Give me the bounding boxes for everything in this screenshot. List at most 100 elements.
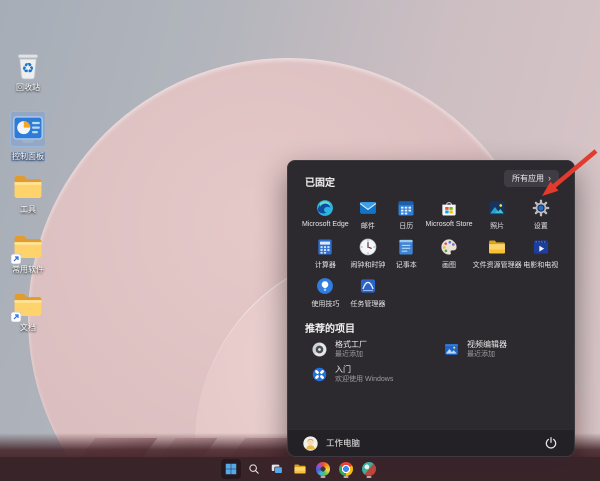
pinned-app-label: 日历: [399, 223, 414, 230]
taskmgr-icon: [358, 276, 378, 296]
mail-icon: [358, 198, 378, 218]
desktop-icons: ♻ 回收站控制面板工具常用软件文档: [2, 0, 56, 460]
format-factory-icon: [311, 341, 328, 358]
pinned-app-calendar[interactable]: 日历: [387, 195, 425, 234]
running-indicator: [320, 476, 326, 478]
recommended-title: 入门: [335, 365, 351, 375]
settings-icon: [531, 198, 551, 218]
all-apps-label: 所有应用: [512, 174, 544, 183]
taskbar: [0, 457, 600, 481]
folder-icon: [11, 170, 45, 204]
calculator-icon: [315, 237, 335, 257]
pinned-app-label: Microsoft Edge: [302, 221, 349, 228]
pinned-app-clock[interactable]: 闹钟和时钟: [349, 234, 387, 273]
explorer-icon: [487, 237, 507, 257]
all-apps-button[interactable]: 所有应用 ›: [504, 170, 559, 187]
recommended-subtitle: 最近添加: [467, 350, 495, 358]
pinned-app-notepad[interactable]: 记事本: [387, 234, 425, 273]
pinned-app-label: 设置: [533, 223, 548, 230]
start-menu: 已固定 所有应用 › Microsoft Edge 邮件 日历 Microsoft S…: [287, 160, 575, 457]
media-app-icon: [362, 462, 376, 476]
desktop-icon-label: 回收站: [16, 83, 40, 92]
pinned-apps-grid: Microsoft Edge 邮件 日历 Microsoft Store 照片 设置计算器…: [302, 195, 560, 312]
paint-icon: [439, 237, 459, 257]
explorer-icon: [293, 462, 307, 476]
movies-icon: [531, 237, 551, 257]
notepad-icon: [396, 237, 416, 257]
desktop-icon-label: 工具: [20, 205, 36, 214]
color-wheel-icon: [316, 462, 330, 476]
start-menu-footer: 工作电脑: [288, 429, 574, 456]
pinned-app-label: 任务管理器: [350, 301, 386, 308]
desktop-icon-label: 文档: [20, 323, 36, 332]
user-avatar: [303, 435, 318, 451]
photos-icon: [487, 198, 507, 218]
pinned-app-label: 使用技巧: [311, 301, 340, 308]
desktop-screen: ♻ 回收站控制面板工具常用软件文档 已固定 所有应用 › Microsoft Ed…: [0, 0, 600, 481]
desktop-icon-folder-3[interactable]: 常用软件: [2, 230, 54, 274]
pinned-app-paint[interactable]: 画图: [426, 234, 473, 273]
taskbar-file-explorer-button[interactable]: [290, 459, 310, 479]
power-button[interactable]: [543, 435, 559, 451]
pinned-app-label: 记事本: [395, 262, 417, 269]
pinned-app-calculator[interactable]: 计算器: [302, 234, 349, 273]
desktop-icon-folder-2[interactable]: 工具: [2, 170, 54, 214]
recommended-subtitle: 最近添加: [335, 350, 363, 358]
edge-icon: [315, 198, 335, 218]
desktop-icon-control-panel-1[interactable]: 控制面板: [2, 111, 54, 164]
pinned-app-edge[interactable]: Microsoft Edge: [302, 195, 349, 234]
taskbar-search-button[interactable]: [244, 459, 264, 479]
recommended-title: 视频编辑器: [467, 340, 507, 350]
desktop-icon-folder-4[interactable]: 文档: [2, 288, 54, 332]
pinned-app-mail[interactable]: 邮件: [349, 195, 387, 234]
pinned-app-label: 邮件: [360, 223, 375, 230]
get-started-icon: [311, 366, 328, 383]
pinned-app-photos[interactable]: 照片: [473, 195, 522, 234]
pinned-app-label: Microsoft Store: [425, 221, 473, 228]
user-name: 工作电脑: [326, 438, 361, 448]
recommended-item-format-factory[interactable]: 格式工厂 最近添加: [302, 337, 428, 362]
chevron-right-icon: ›: [548, 173, 551, 183]
taskview-icon: [270, 462, 284, 476]
running-indicator: [343, 476, 349, 478]
pinned-app-taskmgr[interactable]: 任务管理器: [349, 273, 387, 312]
recommended-header: 推荐的项目: [305, 324, 355, 335]
recommended-item-get-started[interactable]: 入门 欢迎使用 Windows: [302, 362, 428, 387]
chrome-icon: [339, 462, 353, 476]
folder-icon: [11, 288, 45, 322]
pinned-app-explorer[interactable]: 文件资源管理器: [473, 234, 522, 273]
pinned-app-label: 照片: [490, 223, 505, 230]
running-indicator: [366, 476, 372, 478]
search-icon: [247, 462, 261, 476]
pinned-app-label: 文件资源管理器: [472, 262, 522, 269]
taskbar-task-view-button[interactable]: [267, 459, 287, 479]
recycle-bin-icon: ♻: [11, 48, 45, 82]
store-icon: [439, 198, 459, 218]
control-panel-icon: [10, 111, 46, 147]
svg-text:♻: ♻: [22, 61, 35, 77]
recommended-item-video-editor[interactable]: 视频编辑器 最近添加: [434, 337, 560, 362]
taskbar-media-app-button[interactable]: [359, 459, 379, 479]
pinned-app-label: 计算器: [314, 262, 336, 269]
clock-icon: [358, 237, 378, 257]
desktop-icon-label: 常用软件: [12, 265, 44, 274]
pinned-app-label: 画图: [442, 262, 457, 269]
pinned-header: 已固定: [305, 178, 335, 189]
calendar-icon: [396, 198, 416, 218]
taskbar-chrome-button[interactable]: [336, 459, 356, 479]
folder-icon: [11, 230, 45, 264]
pinned-app-tips[interactable]: 使用技巧: [302, 273, 349, 312]
shortcut-arrow-icon: [11, 312, 21, 322]
recommended-grid: 格式工厂 最近添加 视频编辑器 最近添加 入门 欢迎使用 Windows: [302, 337, 560, 387]
desktop-icon-recycle-bin-0[interactable]: ♻ 回收站: [2, 48, 54, 92]
taskbar-color-wheel-app-button[interactable]: [313, 459, 333, 479]
pinned-app-store[interactable]: Microsoft Store: [426, 195, 473, 234]
tips-icon: [315, 276, 335, 296]
recommended-title: 格式工厂: [335, 340, 367, 350]
taskbar-start-button[interactable]: [221, 459, 241, 479]
shortcut-arrow-icon: [11, 254, 21, 264]
pinned-app-settings[interactable]: 设置: [522, 195, 560, 234]
user-account-button[interactable]: 工作电脑: [303, 435, 361, 451]
pinned-app-movies[interactable]: 电影和电视: [522, 234, 560, 273]
recommended-subtitle: 欢迎使用 Windows: [335, 375, 394, 383]
